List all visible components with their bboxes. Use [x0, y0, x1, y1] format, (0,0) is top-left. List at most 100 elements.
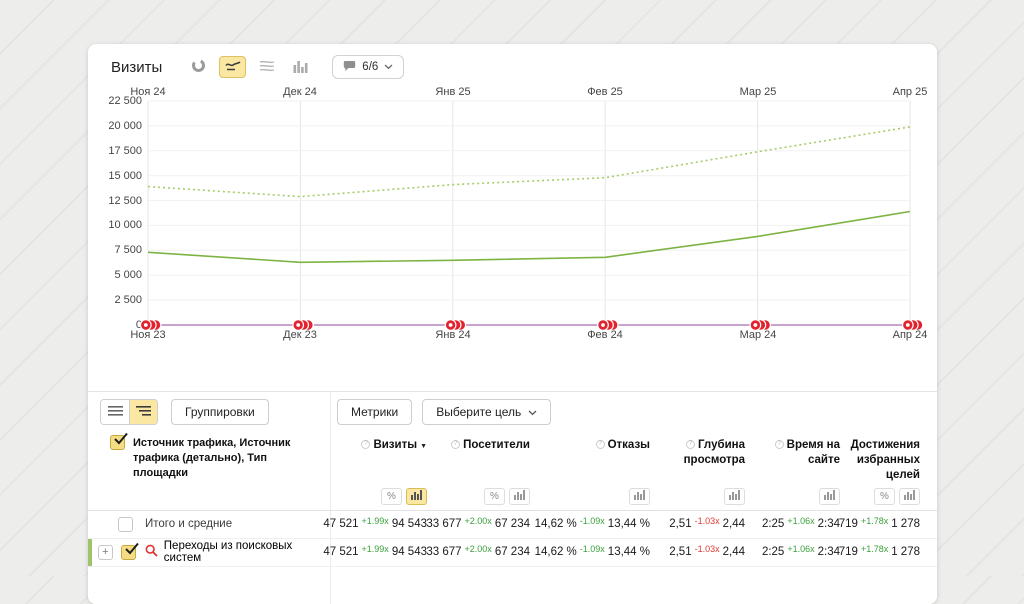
- metric-prev: 14,62 %: [535, 518, 577, 530]
- metric-curr: 13,44 %: [608, 518, 650, 530]
- widget-title: Визиты: [111, 59, 162, 76]
- line-chart-icon: [225, 59, 241, 75]
- bars-toggle-goals[interactable]: [899, 488, 920, 505]
- column-header-time[interactable]: Время на сайте: [745, 435, 840, 468]
- mini-bars-icon: [904, 490, 915, 503]
- y-tick-label: 17 500: [108, 145, 142, 157]
- row-label[interactable]: Переходы из поисковых систем: [164, 540, 330, 564]
- bars-toggle-time[interactable]: [819, 488, 840, 505]
- y-tick-label: 10 000: [108, 219, 142, 231]
- help-icon: [775, 440, 784, 449]
- metric-prev: 33 677: [426, 518, 461, 530]
- metric-prev: 2,51: [669, 546, 691, 558]
- metric-curr: 2:34: [818, 518, 840, 530]
- percent-toggle-goals[interactable]: %: [874, 488, 895, 505]
- flat-list-view-button[interactable]: [101, 400, 129, 424]
- table-controls: Группировки Метрики Выберите цель: [88, 392, 937, 426]
- metric-ratio: +1.99x: [362, 544, 389, 554]
- metric-ratio: +1.06x: [787, 544, 814, 554]
- metric-curr: 67 234: [495, 546, 530, 558]
- metric-curr: 2:34: [818, 546, 840, 558]
- bars-toggle-depth[interactable]: [724, 488, 745, 505]
- donut-chart-icon: [191, 58, 206, 76]
- y-tick-label: 22 500: [108, 95, 142, 107]
- metric-ratio: -1.03x: [695, 516, 720, 526]
- y-tick-label: 15 000: [108, 170, 142, 182]
- column-header-visits[interactable]: Визиты▼: [330, 435, 427, 453]
- metric-prev: 47 521: [323, 546, 358, 558]
- metric-ratio: +1.78x: [861, 544, 888, 554]
- line-chart-type-button[interactable]: [219, 56, 246, 78]
- select-all-checkbox[interactable]: [110, 435, 125, 450]
- dimension-header-label: Источник трафика, Источник трафика (дета…: [133, 436, 306, 481]
- metric-curr: 67 234: [495, 518, 530, 530]
- metric-prev: 2,51: [669, 518, 691, 530]
- column-header-bounces[interactable]: Отказы: [530, 435, 650, 453]
- mini-bars-icon: [729, 490, 740, 503]
- table-row-totals[interactable]: Итого и средние 47 521+1.99x94 543 33 67…: [88, 511, 937, 539]
- mini-bars-icon: [824, 490, 835, 503]
- metric-curr: 2,44: [723, 518, 745, 530]
- column-display-toggles-row: % % %: [88, 483, 937, 511]
- metric-prev: 14,62 %: [535, 546, 577, 558]
- x-axis-top-label: Мар 25: [713, 86, 803, 98]
- metric-prev: 2:25: [762, 518, 784, 530]
- dimension-header-cell: Источник трафика, Источник трафика (дета…: [88, 435, 330, 481]
- y-tick-label: 5 000: [114, 269, 142, 281]
- metric-curr: 1 278: [891, 546, 920, 558]
- mini-bars-icon: [411, 490, 422, 503]
- series-color-strip: [88, 539, 92, 566]
- metric-ratio: +1.06x: [787, 516, 814, 526]
- metrics-button[interactable]: Метрики: [337, 399, 412, 425]
- report-table-section: Группировки Метрики Выберите цель Источн…: [88, 391, 937, 604]
- row-checkbox[interactable]: [121, 545, 136, 560]
- column-header-visitors[interactable]: Посетители: [427, 435, 530, 453]
- percent-toggle-visitors[interactable]: %: [484, 488, 505, 505]
- expand-row-button[interactable]: +: [98, 545, 113, 560]
- table-row-search-traffic[interactable]: + Переходы из поисковых систем 47 521 +1.…: [88, 539, 937, 567]
- comment-bubble-icon: [343, 60, 356, 75]
- x-axis-top-label: Фев 25: [560, 86, 650, 98]
- annotations-dropdown[interactable]: 6/6: [332, 55, 404, 79]
- x-axis-bottom-label: Апр 24: [865, 329, 955, 341]
- column-header-goals[interactable]: Достижения избранных целей: [840, 435, 920, 483]
- columns-chart-type-button[interactable]: [288, 56, 312, 78]
- metric-curr: 94 543: [392, 546, 427, 558]
- metric-ratio: -1.03x: [695, 544, 720, 554]
- x-axis-top-label: Дек 24: [255, 86, 345, 98]
- y-tick-label: 12 500: [108, 195, 142, 207]
- metric-prev: 719: [839, 518, 858, 530]
- column-header-depth[interactable]: Глубина просмотра: [650, 435, 745, 468]
- percent-toggle-visits[interactable]: %: [381, 488, 402, 505]
- metric-ratio: +2.00x: [465, 516, 492, 526]
- y-tick-label: 7 500: [114, 244, 142, 256]
- metric-ratio: +1.99x: [362, 516, 389, 526]
- help-icon: [596, 440, 605, 449]
- goal-select-label: Выберите цель: [436, 405, 521, 419]
- metric-curr: 1 278: [891, 518, 920, 530]
- tree-view-button[interactable]: [129, 400, 157, 424]
- search-engine-icon: [145, 544, 158, 560]
- metric-prev: 719: [839, 546, 858, 558]
- pie-chart-type-button[interactable]: [186, 56, 210, 78]
- x-axis-bottom-label: Ноя 23: [103, 329, 193, 341]
- groupings-button[interactable]: Группировки: [171, 399, 269, 425]
- metric-curr: 13,44 %: [608, 546, 650, 558]
- metric-curr: 94 543: [392, 518, 427, 530]
- bars-toggle-visits[interactable]: [406, 488, 427, 505]
- columns-chart-icon: [293, 59, 308, 76]
- x-axis-bottom-label: Дек 23: [255, 329, 345, 341]
- visits-line-chart[interactable]: [148, 101, 910, 325]
- chart-toolbar: Визиты 6/6: [88, 44, 937, 90]
- x-axis-top-label: Янв 25: [408, 86, 498, 98]
- metric-ratio: -1.09x: [580, 516, 605, 526]
- annotations-count: 6/6: [362, 61, 378, 73]
- stacked-lines-chart-type-button[interactable]: [255, 56, 279, 78]
- row-checkbox[interactable]: [118, 517, 133, 532]
- bars-toggle-visitors[interactable]: [509, 488, 530, 505]
- bars-toggle-bounces[interactable]: [629, 488, 650, 505]
- metric-ratio: -1.09x: [580, 544, 605, 554]
- y-tick-label: 2 500: [114, 294, 142, 306]
- metric-prev: 2:25: [762, 546, 784, 558]
- goal-select-button[interactable]: Выберите цель: [422, 399, 551, 425]
